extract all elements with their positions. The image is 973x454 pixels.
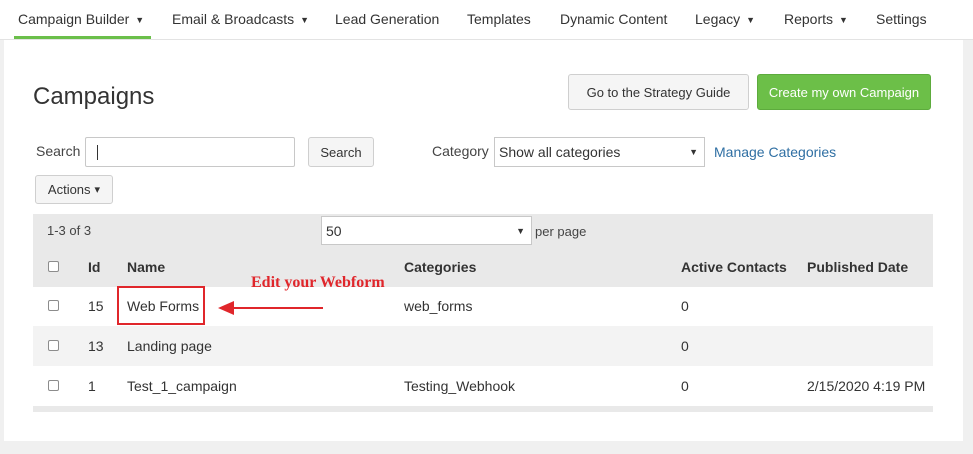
chevron-down-icon: ▼ xyxy=(689,147,698,157)
nav-label: Campaign Builder xyxy=(18,11,130,27)
actions-button[interactable]: Actions ▾ xyxy=(35,175,113,204)
campaign-name-link[interactable]: Landing page xyxy=(127,326,212,366)
nav-settings[interactable]: Settings xyxy=(876,0,927,39)
active-contacts-link[interactable]: 0 xyxy=(681,366,689,406)
nav-legacy[interactable]: Legacy ▼ xyxy=(695,0,755,39)
active-contacts-link[interactable]: 0 xyxy=(681,326,689,366)
table-row: 1 Test_1_campaign Testing_Webhook 0 2/15… xyxy=(33,366,933,406)
chevron-down-icon: ▼ xyxy=(746,15,756,25)
table-row: 13 Landing page 0 xyxy=(33,326,933,366)
annotation-arrow-icon xyxy=(218,301,323,315)
nav-label: Reports xyxy=(784,11,834,27)
row-published-date: 2/15/2020 4:19 PM xyxy=(807,378,926,394)
top-nav: Campaign Builder ▼ Email & Broadcasts ▼ Le… xyxy=(0,0,973,40)
annotation-label: Edit your Webform xyxy=(251,274,385,291)
chevron-down-icon: ▼ xyxy=(135,15,145,25)
active-contacts-link[interactable]: 0 xyxy=(681,286,689,326)
per-page-label: per page xyxy=(535,224,587,239)
nav-campaign-builder[interactable]: Campaign Builder ▼ xyxy=(14,0,151,39)
result-range: 1-3 of 3 xyxy=(47,223,92,238)
per-page-value: 50 xyxy=(326,222,342,239)
search-label: Search xyxy=(36,143,81,159)
select-all-checkbox[interactable] xyxy=(48,261,59,272)
row-id: 1 xyxy=(88,378,96,394)
header-categories[interactable]: Categories xyxy=(404,247,476,287)
nav-label: Email & Broadcasts xyxy=(172,11,295,27)
nav-label: Legacy xyxy=(695,11,741,27)
nav-label: Lead Generation xyxy=(335,11,440,27)
header-active-contacts[interactable]: Active Contacts xyxy=(681,247,787,287)
header-name[interactable]: Name xyxy=(127,247,165,287)
chevron-down-icon: ▼ xyxy=(839,15,848,25)
table-header: Id Name Categories Active Contacts Publi… xyxy=(33,247,933,287)
nav-lead-generation[interactable]: Lead Generation xyxy=(335,0,439,39)
chevron-down-icon: ▼ xyxy=(516,225,525,236)
manage-categories-link[interactable]: Manage Categories xyxy=(714,144,836,160)
row-id: 15 xyxy=(88,298,104,314)
nav-reports[interactable]: Reports ▼ xyxy=(784,0,848,39)
annotation-highlight-box xyxy=(117,286,205,325)
category-label: Category xyxy=(432,143,489,159)
nav-email-broadcasts[interactable]: Email & Broadcasts ▼ xyxy=(172,0,309,39)
campaigns-panel: Campaigns Go to the Strategy Guide Creat… xyxy=(4,40,963,441)
row-categories: Testing_Webhook xyxy=(404,378,516,394)
per-page-select[interactable]: 50 ▼ xyxy=(321,216,532,245)
header-published-date[interactable]: Published Date xyxy=(807,247,908,287)
row-checkbox[interactable] xyxy=(48,300,59,311)
row-id: 13 xyxy=(88,338,104,354)
nav-label: Settings xyxy=(876,11,927,27)
chevron-down-icon: ▾ xyxy=(94,184,101,196)
row-categories: web_forms xyxy=(404,298,473,314)
search-button[interactable]: Search xyxy=(308,137,374,167)
chevron-down-icon: ▼ xyxy=(300,15,310,25)
header-id[interactable]: Id xyxy=(88,247,100,287)
row-checkbox[interactable] xyxy=(48,380,59,391)
pagination-bar: 1-3 of 3 50 ▼ per page xyxy=(33,214,933,247)
category-selected-value: Show all categories xyxy=(499,144,621,160)
actions-label: Actions xyxy=(47,182,91,197)
page-title: Campaigns xyxy=(33,83,155,110)
nav-templates[interactable]: Templates xyxy=(467,0,531,39)
nav-dynamic-content[interactable]: Dynamic Content xyxy=(560,0,667,39)
campaign-name-link[interactable]: Test_1_campaign xyxy=(127,366,237,406)
row-checkbox[interactable] xyxy=(48,340,59,351)
search-input[interactable] xyxy=(85,137,295,167)
create-campaign-button[interactable]: Create my own Campaign xyxy=(757,74,931,110)
strategy-guide-button[interactable]: Go to the Strategy Guide xyxy=(568,74,749,110)
table-footer xyxy=(33,406,933,412)
text-cursor xyxy=(97,145,98,160)
nav-label: Templates xyxy=(467,11,531,27)
nav-label: Dynamic Content xyxy=(560,11,668,27)
category-select[interactable]: Show all categories ▼ xyxy=(494,137,705,167)
